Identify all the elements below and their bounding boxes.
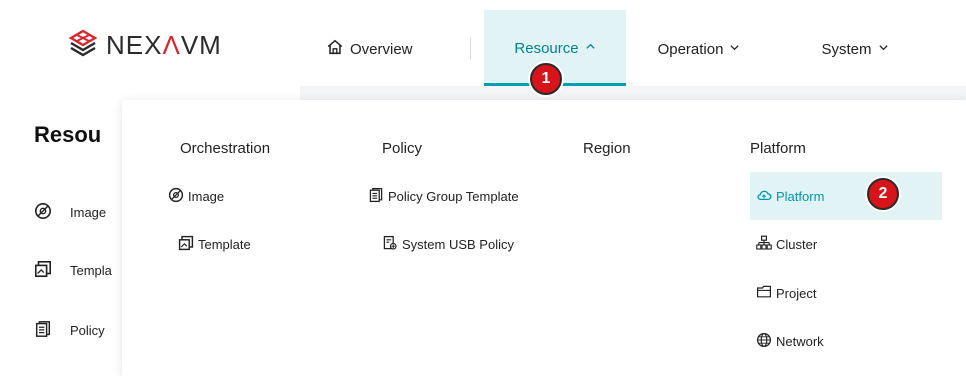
menu-item-platform[interactable]: Platform xyxy=(756,180,824,212)
menu-item-image[interactable]: Image xyxy=(168,180,224,212)
menu-item-project[interactable]: Project xyxy=(756,277,816,309)
chevron-up-icon xyxy=(585,41,596,55)
menu-item-label: Project xyxy=(776,285,817,301)
left-item-policy[interactable]: Policy xyxy=(34,318,105,342)
usb-policy-icon xyxy=(382,235,398,254)
policy-doc-icon xyxy=(34,320,52,341)
chevron-down-icon xyxy=(878,42,889,56)
nav-overview-label: Overview xyxy=(350,40,413,58)
cluster-icon xyxy=(756,235,772,254)
nav-operation-label: Operation xyxy=(657,40,724,58)
menu-item-label: Image xyxy=(188,188,225,204)
resource-dropdown-menu: Orchestration Policy Region Platform Ima… xyxy=(122,100,966,376)
folder-icon xyxy=(756,284,772,303)
brand-logo[interactable]: NEXΛVM xyxy=(68,28,222,62)
image-disc-icon xyxy=(168,187,184,206)
left-item-label: Policy xyxy=(70,322,105,338)
nav-system-label: System xyxy=(821,40,872,58)
menu-item-label: Network xyxy=(776,333,824,349)
left-item-image[interactable]: Image xyxy=(34,200,106,224)
nav-system[interactable]: System xyxy=(800,12,910,86)
brand-name: NEXΛVM xyxy=(106,29,222,60)
menu-heading-region: Region xyxy=(583,140,631,157)
policy-doc-icon xyxy=(368,187,384,206)
nav-divider xyxy=(470,38,471,60)
menu-item-label: Platform xyxy=(776,188,825,204)
left-item-label: Templa xyxy=(70,262,112,278)
top-navigation-bar: NEXΛVM Overview Resource Operation Syste… xyxy=(0,0,966,86)
menu-item-network[interactable]: Network xyxy=(756,325,824,357)
left-panel-title: Resou xyxy=(34,122,102,147)
menu-heading-platform: Platform xyxy=(750,140,806,157)
menu-heading-policy: Policy xyxy=(382,140,423,157)
menu-item-label: Policy Group Template xyxy=(388,188,519,204)
menu-item-label: System USB Policy xyxy=(402,236,514,252)
image-disc-icon xyxy=(34,202,52,223)
step-badge-1: 1 xyxy=(530,63,562,95)
menu-heading-orchestration: Orchestration xyxy=(180,140,271,157)
menu-item-policy-group-template[interactable]: Policy Group Template xyxy=(368,180,519,212)
menu-item-label: Template xyxy=(198,236,251,252)
nav-overview[interactable]: Overview xyxy=(326,12,458,86)
menu-item-system-usb-policy[interactable]: System USB Policy xyxy=(382,228,514,260)
menu-item-cluster[interactable]: Cluster xyxy=(756,228,817,260)
nav-resource-label: Resource xyxy=(514,39,579,57)
step-badge-2: 2 xyxy=(867,178,899,210)
template-icon xyxy=(34,260,52,281)
template-icon xyxy=(178,235,194,254)
nexavm-logo-icon xyxy=(68,28,98,63)
cloud-icon xyxy=(756,187,772,206)
left-item-template[interactable]: Templa xyxy=(34,258,112,282)
menu-item-template[interactable]: Template xyxy=(178,228,251,260)
nav-operation[interactable]: Operation xyxy=(640,12,758,86)
menu-item-label: Cluster xyxy=(776,236,818,252)
home-icon xyxy=(326,38,344,60)
left-item-label: Image xyxy=(70,204,107,220)
chevron-down-icon xyxy=(729,42,740,56)
globe-icon xyxy=(756,332,772,351)
